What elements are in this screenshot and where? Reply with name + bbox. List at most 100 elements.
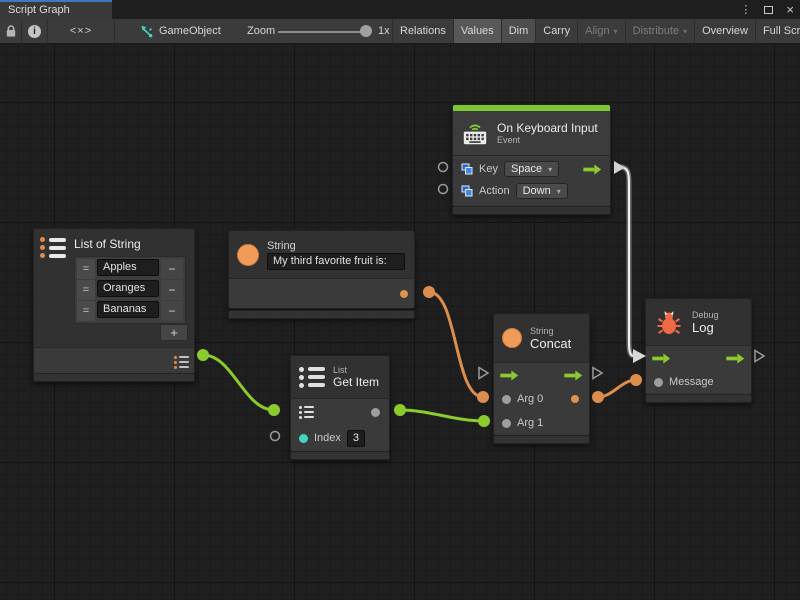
info-button[interactable]: i — [22, 19, 48, 43]
flow-output-arrow-icon[interactable] — [583, 164, 602, 175]
distribute-button[interactable]: Distribute ▾ — [625, 19, 694, 43]
port-string-output[interactable] — [423, 286, 435, 298]
drag-handle[interactable]: = — [77, 259, 95, 279]
result-output-dot — [571, 395, 579, 403]
zoom-slider-handle[interactable] — [360, 25, 372, 37]
list-item-input[interactable]: Oranges — [97, 280, 159, 297]
node-get-item[interactable]: List Get Item Index 3 — [290, 355, 390, 452]
remove-item-button[interactable]: − — [161, 280, 183, 300]
align-button[interactable]: Align ▾ — [577, 19, 624, 43]
values-button[interactable]: Values — [453, 19, 501, 43]
lock-icon — [4, 24, 18, 39]
port-getitem-output[interactable] — [394, 404, 406, 416]
wire-list-to-getitem[interactable] — [203, 355, 274, 410]
string-value-input[interactable]: My third favorite fruit is: — [267, 253, 405, 270]
zoom-label: Zoom — [247, 19, 275, 43]
maximize-icon[interactable] — [764, 6, 773, 14]
list-item-row: = Oranges − — [77, 280, 183, 300]
port-concat-result-output[interactable] — [592, 391, 604, 403]
list-icon — [40, 237, 66, 341]
list-input-icon — [299, 406, 314, 419]
align-label: Align — [585, 25, 609, 37]
graph-toolbar: i <×> GameObject Zoom 1x Relations Value… — [0, 19, 800, 44]
graph-canvas[interactable]: On Keyboard Input Event Key Space ▾ — [0, 44, 800, 600]
add-item-button[interactable]: + — [160, 324, 188, 341]
wire-getitem-to-concat[interactable] — [400, 410, 484, 421]
message-label: Message — [669, 376, 714, 388]
node-string-literal[interactable]: String My third favorite fruit is: — [228, 230, 415, 309]
wire-control[interactable] — [620, 167, 633, 356]
item-output-dot — [371, 408, 380, 417]
chevron-down-icon: ▾ — [548, 165, 552, 174]
dim-button[interactable]: Dim — [501, 19, 536, 43]
string-output-dot — [400, 290, 408, 298]
window-menu-icon[interactable]: ⋮ — [740, 3, 751, 16]
node-category: Debug — [692, 310, 719, 320]
flow-port-triangle[interactable] — [614, 161, 625, 174]
gameobject-button[interactable]: GameObject — [133, 19, 227, 43]
node-footer — [228, 310, 415, 319]
relations-button[interactable]: Relations — [392, 19, 453, 43]
node-debug-log[interactable]: Debug Log Me — [645, 298, 752, 395]
drag-handle[interactable]: = — [77, 301, 95, 321]
list-item-row: = Apples − — [77, 259, 183, 279]
node-footer — [493, 435, 590, 444]
code-view-icon: <×> — [70, 25, 92, 37]
node-title: List of String — [74, 237, 188, 251]
port-concat-arg1-input[interactable] — [478, 415, 490, 427]
flow-input-arrow-icon[interactable] — [652, 353, 671, 364]
node-on-keyboard-input[interactable]: On Keyboard Input Event Key Space ▾ — [452, 104, 611, 207]
flow-output-arrow-icon[interactable] — [726, 353, 745, 364]
port-action-unconnected[interactable] — [439, 185, 448, 194]
list-output-icon — [174, 356, 189, 369]
tab-script-graph[interactable]: Script Graph — [0, 0, 112, 19]
zoom-slider-track[interactable] — [278, 31, 368, 33]
port-concat-flow-in-unconnected[interactable] — [479, 368, 488, 379]
port-concat-flow-out-unconnected[interactable] — [593, 368, 602, 379]
member-icon — [461, 163, 473, 175]
remove-item-button[interactable]: − — [161, 301, 183, 321]
list-item-input[interactable]: Bananas — [97, 301, 159, 318]
node-category: List — [333, 365, 379, 375]
remove-item-button[interactable]: − — [161, 259, 183, 279]
node-title: Log — [692, 320, 719, 335]
carry-button[interactable]: Carry — [535, 19, 577, 43]
node-title: Get Item — [333, 375, 379, 389]
list-item-input[interactable]: Apples — [97, 259, 159, 276]
port-key-unconnected[interactable] — [439, 163, 448, 172]
action-dropdown[interactable]: Down ▾ — [516, 183, 568, 199]
distribute-label: Distribute — [633, 25, 679, 37]
drag-handle[interactable]: = — [77, 280, 95, 300]
string-type-icon — [237, 244, 259, 266]
index-value-input[interactable]: 3 — [347, 430, 365, 447]
wire-string-to-concat[interactable] — [429, 292, 483, 397]
port-getitem-list-input[interactable] — [268, 404, 280, 416]
port-concat-arg0-input[interactable] — [477, 391, 489, 403]
list-icon — [299, 367, 325, 388]
node-title: Concat — [530, 336, 571, 351]
gameobject-graph-icon — [139, 24, 153, 38]
node-subtitle: Event — [497, 135, 598, 145]
member-icon — [461, 185, 473, 197]
wire-concat-to-debug[interactable] — [598, 380, 636, 397]
key-dropdown[interactable]: Space ▾ — [504, 161, 559, 177]
port-list-output[interactable] — [197, 349, 209, 361]
fullscreen-button[interactable]: Full Screen — [755, 19, 800, 43]
node-list-of-string[interactable]: List of String = Apples − = Oranges − — [33, 228, 195, 377]
port-index-unconnected[interactable] — [271, 432, 280, 441]
flow-output-arrow-icon[interactable] — [564, 370, 583, 381]
lock-button[interactable] — [0, 19, 22, 43]
key-dropdown-value: Space — [511, 163, 542, 175]
overview-button[interactable]: Overview — [694, 19, 755, 43]
code-view-button[interactable]: <×> — [48, 19, 115, 43]
port-debug-message-input[interactable] — [630, 374, 642, 386]
node-string-concat[interactable]: String Concat — [493, 313, 590, 436]
chevron-down-icon: ▾ — [683, 27, 687, 36]
flow-input-arrow-icon[interactable] — [500, 370, 519, 381]
chevron-down-icon: ▾ — [557, 187, 561, 196]
node-footer — [290, 451, 390, 460]
port-debug-flow-out-unconnected[interactable] — [755, 351, 764, 362]
index-input-dot — [299, 434, 308, 443]
node-title: On Keyboard Input — [497, 121, 598, 135]
close-icon[interactable]: × — [786, 5, 794, 15]
